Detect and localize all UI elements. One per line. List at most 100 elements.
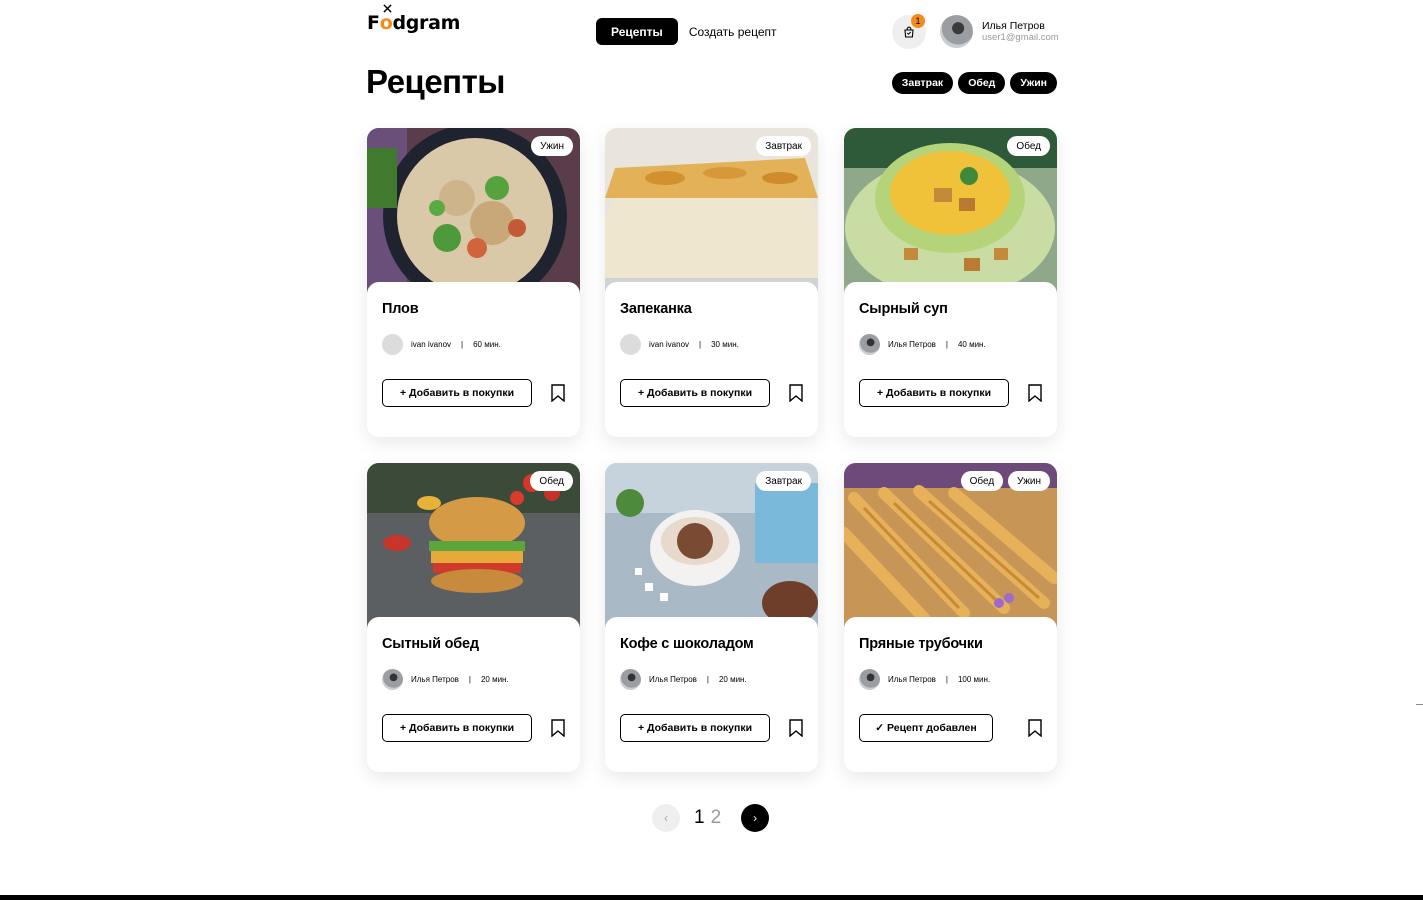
author-name[interactable]: Илья Петров — [649, 675, 697, 684]
bookmark-icon[interactable] — [789, 384, 803, 402]
recipe-title[interactable]: Сытный обед — [382, 636, 479, 652]
add-to-cart-button[interactable]: + Добавить в покупки — [382, 379, 532, 407]
card-body: Сырный суп Илья Петров | 40 мин. + Добав… — [844, 282, 1057, 425]
logo-text-end: dgram — [392, 12, 461, 34]
tag-badge: Обед — [530, 471, 573, 491]
recipe-card[interactable]: Обед Сырный суп Илья Петров | 40 мин. + … — [844, 128, 1057, 437]
scroll-marker — [1416, 704, 1423, 705]
cook-time: 30 мин. — [711, 340, 739, 349]
recipe-title[interactable]: Запеканка — [620, 301, 692, 317]
recipe-title[interactable]: Пряные трубочки — [859, 636, 983, 652]
recipe-title[interactable]: Сырный суп — [859, 301, 948, 317]
logo[interactable]: Fodgram — [367, 4, 461, 34]
user-name: Илья Петров — [982, 19, 1045, 32]
divider: | — [945, 340, 948, 349]
cook-time: 20 мин. — [718, 675, 747, 684]
avatar — [940, 15, 973, 48]
author-name[interactable]: Илья Петров — [888, 340, 936, 349]
author-name[interactable]: ivan ivanov — [649, 340, 689, 349]
main-nav: Рецепты Создать рецепт — [596, 18, 777, 45]
card-body: Плов ivan ivanov | 60 мин. + Добавить в … — [367, 282, 580, 425]
cook-time: 40 мин. — [957, 340, 986, 349]
tag-badge: Завтрак — [756, 471, 811, 491]
user-profile[interactable]: Илья Петров user1@gmail.com — [940, 15, 1059, 48]
recipe-meta: ivan ivanov | 60 мин. — [382, 334, 501, 355]
logo-o: o — [379, 12, 393, 34]
recipe-card[interactable]: Завтрак Запеканка ivan ivanov | 30 мин. … — [605, 128, 818, 437]
recipe-card[interactable]: Завтрак Кофе с шоколадом Илья Петров | 2… — [605, 463, 818, 772]
prev-page-button[interactable]: ‹ — [652, 804, 680, 832]
user-email: user1@gmail.com — [982, 31, 1059, 43]
tag-badge: Обед — [1007, 136, 1050, 156]
cart-count-badge: 1 — [911, 14, 925, 28]
cook-time: 20 мин. — [480, 675, 509, 684]
bookmark-icon[interactable] — [1028, 719, 1042, 737]
recipe-card[interactable]: Обед Ужин Пряные трубочки Илья Петров | … — [844, 463, 1057, 772]
recipe-title[interactable]: Кофе с шоколадом — [620, 636, 754, 652]
tag-badge: Обед — [960, 471, 1004, 491]
card-body: Запеканка ivan ivanov | 30 мин. + Добави… — [605, 282, 818, 425]
next-page-button[interactable]: › — [741, 804, 770, 832]
card-body: Пряные трубочки Илья Петров | 100 мин. ✓… — [844, 617, 1057, 760]
tag-badge: Ужин — [531, 136, 573, 156]
cook-time: 100 мин. — [957, 675, 991, 684]
author-avatar — [620, 669, 641, 690]
divider: | — [699, 340, 702, 349]
nav-create-recipe[interactable]: Создать рецепт — [689, 25, 777, 39]
fork-icon — [383, 4, 392, 13]
bookmark-icon[interactable] — [1028, 384, 1042, 402]
author-name[interactable]: Илья Петров — [888, 675, 936, 684]
add-to-cart-button[interactable]: + Добавить в покупки — [620, 714, 770, 742]
divider: | — [945, 675, 948, 684]
divider: | — [461, 340, 464, 349]
author-avatar — [382, 669, 403, 690]
logo-o-mark: o — [379, 4, 393, 34]
recipe-meta: Илья Петров | 20 мин. — [620, 669, 747, 690]
filter-dinner[interactable]: Ужин — [1010, 72, 1057, 94]
card-body: Сытный обед Илья Петров | 20 мин. + Доба… — [367, 617, 580, 760]
tag-filters: Завтрак Обед Ужин — [891, 72, 1057, 94]
recipe-title[interactable]: Плов — [382, 301, 419, 317]
recipe-tags: Ужин — [531, 136, 573, 156]
card-body: Кофе с шоколадом Илья Петров | 20 мин. +… — [605, 617, 818, 760]
author-avatar — [859, 334, 880, 355]
add-to-cart-button[interactable]: + Добавить в покупки — [382, 714, 532, 742]
recipe-tags: Завтрак — [756, 136, 811, 156]
page-2[interactable]: 2 — [711, 807, 722, 829]
author-name[interactable]: ivan ivanov — [411, 340, 451, 349]
bookmark-icon[interactable] — [551, 384, 565, 402]
bookmark-icon[interactable] — [789, 719, 803, 737]
recipe-tags: Обед — [1007, 136, 1050, 156]
recipe-meta: Илья Петров | 20 мин. — [382, 669, 509, 690]
author-avatar — [382, 334, 403, 355]
tag-badge: Завтрак — [756, 136, 811, 156]
recipe-added-button[interactable]: ✓ Рецепт добавлен — [859, 714, 993, 742]
filter-lunch[interactable]: Обед — [958, 72, 1006, 94]
author-avatar — [859, 669, 880, 690]
recipe-card[interactable]: Ужин Плов ivan ivanov | 60 мин. + Добави… — [367, 128, 580, 437]
author-avatar — [620, 334, 641, 355]
recipe-tags: Обед Ужин — [960, 471, 1050, 491]
tag-badge: Ужин — [1008, 471, 1050, 491]
pagination: ‹ 1 2 › — [652, 804, 770, 832]
recipe-tags: Обед — [530, 471, 573, 491]
page-1[interactable]: 1 — [694, 807, 705, 829]
add-to-cart-button[interactable]: + Добавить в покупки — [859, 379, 1009, 407]
cart-button[interactable]: 1 — [892, 14, 926, 49]
bookmark-icon[interactable] — [551, 719, 565, 737]
recipe-meta: Илья Петров | 100 мин. — [859, 669, 990, 690]
cook-time: 60 мин. — [473, 340, 501, 349]
logo-text-start: F — [367, 12, 380, 34]
filter-breakfast[interactable]: Завтрак — [891, 72, 954, 94]
recipe-card[interactable]: Обед Сытный обед Илья Петров | 20 мин. +… — [367, 463, 580, 772]
divider: | — [468, 675, 471, 684]
recipe-meta: Илья Петров | 40 мин. — [859, 334, 986, 355]
shopping-bag-icon — [904, 26, 914, 38]
add-to-cart-button[interactable]: + Добавить в покупки — [620, 379, 770, 407]
author-name[interactable]: Илья Петров — [411, 675, 459, 684]
recipe-tags: Завтрак — [756, 471, 811, 491]
recipe-meta: ivan ivanov | 30 мин. — [620, 334, 739, 355]
page-title: Рецепты — [366, 63, 505, 100]
nav-recipes[interactable]: Рецепты — [596, 18, 678, 45]
page: Fodgram Рецепты Создать рецепт 1 Илья Пе… — [0, 0, 1423, 900]
